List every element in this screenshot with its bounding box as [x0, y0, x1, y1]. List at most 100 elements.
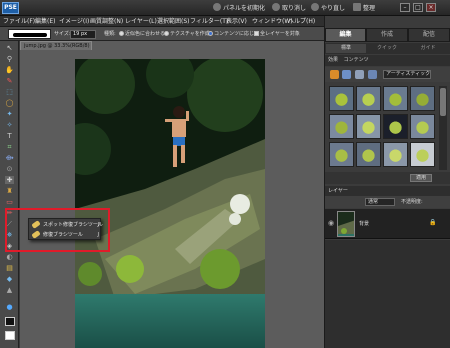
lasso-tool-icon[interactable]: ◯ — [5, 99, 14, 107]
crop-tool-icon[interactable]: ⌗ — [5, 143, 14, 151]
sponge-tool-icon[interactable]: ▲ — [5, 286, 14, 294]
effects-category-select[interactable]: アーティスティック — [383, 70, 431, 79]
effect-thumbnail[interactable] — [383, 142, 408, 167]
radio-create-texture[interactable]: テクスチャを作成 — [164, 30, 210, 38]
menu-filter[interactable]: フィルター(T) — [190, 17, 228, 26]
radio-icon — [164, 31, 169, 36]
subtab-guided[interactable]: ガイド — [408, 44, 448, 53]
blend-mode-select[interactable]: 通常 — [365, 198, 395, 206]
effects-scrollbar[interactable] — [439, 86, 447, 170]
effect-thumbnail[interactable] — [329, 86, 354, 111]
effects-panel-header: 効果 コンテンツ — [325, 55, 450, 66]
effects-thumbnail-grid — [329, 86, 437, 170]
size-input[interactable]: 19 px — [70, 30, 96, 39]
tab-edit[interactable]: 編集 — [325, 28, 366, 42]
menu-select[interactable]: 選択範囲(S) — [157, 17, 190, 26]
marquee-tool-icon[interactable]: ⬚ — [5, 88, 14, 96]
minimize-button[interactable]: – — [400, 3, 410, 12]
layer-thumbnail — [337, 211, 355, 237]
tab-effects[interactable]: 効果 — [328, 57, 338, 63]
menu-bar: ファイル(F) 編集(E) イメージ(I) 画質調整(N) レイヤー(L) 選択… — [0, 16, 324, 27]
spot-healing-tool-icon[interactable]: ✚ — [5, 176, 14, 184]
subtab-quick[interactable]: クイック — [367, 44, 407, 53]
toolbox: ↖ ⚲ ✋ ✎ ⬚ ◯ ✦ ✧ T ⌗ ⟴ ⊙ ✚ ♜ ▭ ✏ ⟋ ✵ ◈ ◐ … — [0, 41, 19, 348]
foreground-color-swatch[interactable] — [5, 317, 15, 326]
effect-thumbnail[interactable] — [383, 86, 408, 111]
blur-tool-icon[interactable]: ◐ — [5, 253, 14, 261]
eraser-tool-icon[interactable]: ▭ — [5, 198, 14, 206]
sample-all-layers-checkbox[interactable]: 全レイヤーを対象 — [254, 30, 300, 38]
reset-panels-button[interactable]: パネルを初期化 — [213, 3, 265, 13]
menu-file[interactable]: ファイル(F) — [3, 17, 35, 26]
lock-icon: 🔒 — [429, 219, 437, 226]
magic-wand-tool-icon[interactable]: ✦ — [5, 110, 14, 118]
app-logo: PSE — [2, 2, 19, 14]
recompose-tool-icon[interactable]: ⟴ — [5, 154, 14, 162]
layers-panel-header: レイヤー — [325, 186, 450, 196]
tab-content[interactable]: コンテンツ — [344, 57, 369, 63]
type-label: 種類: — [104, 31, 116, 37]
brush-stroke-icon — [13, 33, 47, 37]
redo-icon — [311, 3, 319, 11]
radio-selected-icon — [208, 31, 213, 36]
show-all-icon[interactable] — [368, 70, 377, 79]
close-button[interactable]: × — [426, 3, 436, 12]
document-tab[interactable]: jump.jpg @ 33.3%(RGB/8) — [20, 41, 92, 50]
eyedropper-tool-icon[interactable]: ✎ — [5, 77, 14, 85]
effect-thumbnail[interactable] — [329, 142, 354, 167]
move-tool-icon[interactable]: ↖ — [5, 44, 14, 52]
effect-thumbnail[interactable] — [329, 114, 354, 139]
red-eye-tool-icon[interactable]: ⊙ — [5, 165, 14, 173]
zoom-tool-icon[interactable]: ⚲ — [5, 55, 14, 63]
hand-tool-icon[interactable]: ✋ — [5, 66, 14, 74]
redo-button[interactable]: やり直し — [311, 3, 345, 13]
eye-icon[interactable]: ◉ — [328, 219, 334, 227]
gradient-tool-icon[interactable]: ▤ — [5, 264, 14, 272]
background-color-swatch[interactable] — [5, 331, 15, 340]
size-label: サイズ: — [54, 31, 71, 37]
title-bar: PSE パネルを初期化 取り消し やり直し 整理 – □ × — [0, 0, 450, 16]
maximize-button[interactable]: □ — [413, 3, 423, 12]
organizer-button[interactable]: 整理 — [353, 3, 375, 13]
menu-window[interactable]: ウィンドウ(W) — [252, 17, 293, 26]
layers-toolbar: 通常 不透明度: — [325, 196, 450, 208]
brush-preview[interactable] — [8, 29, 51, 39]
type-tool-icon[interactable]: T — [5, 132, 14, 140]
layer-styles-icon[interactable] — [342, 70, 351, 79]
reset-panels-icon — [213, 3, 221, 11]
water-drop-tool-icon[interactable]: ● — [5, 303, 14, 311]
organizer-icon — [353, 3, 361, 11]
filters-icon[interactable] — [330, 70, 339, 79]
photo-jump — [75, 59, 265, 348]
apply-button[interactable]: 適用 — [410, 174, 432, 182]
tab-create[interactable]: 作成 — [366, 28, 408, 42]
undo-button[interactable]: 取り消し — [272, 3, 306, 13]
menu-image[interactable]: イメージ(I) — [59, 17, 89, 26]
effect-thumbnail[interactable] — [356, 86, 381, 111]
radio-icon — [119, 31, 124, 36]
radio-content-aware[interactable]: コンテンツに応じる — [208, 30, 259, 38]
layers-list-empty — [325, 240, 450, 348]
photo-effects-icon[interactable] — [355, 70, 364, 79]
effect-thumbnail[interactable] — [383, 114, 408, 139]
menu-layer[interactable]: レイヤー(L) — [125, 17, 157, 26]
effect-thumbnail[interactable] — [410, 142, 435, 167]
effect-thumbnail[interactable] — [356, 114, 381, 139]
custom-shape-tool-icon[interactable]: ◆ — [5, 275, 14, 283]
undo-icon — [272, 3, 280, 11]
effect-thumbnail[interactable] — [410, 114, 435, 139]
subtab-full[interactable]: 標準 — [326, 44, 366, 53]
menu-enhance[interactable]: 画質調整(N) — [90, 17, 123, 26]
checkbox-icon — [254, 31, 259, 36]
tab-share[interactable]: 配信 — [408, 28, 450, 42]
selection-brush-tool-icon[interactable]: ✧ — [5, 121, 14, 129]
menu-view[interactable]: 表示(V) — [226, 17, 247, 26]
highlight-box — [5, 208, 110, 252]
effect-thumbnail[interactable] — [356, 142, 381, 167]
radio-proximity-match[interactable]: 近似色に合わせる — [119, 30, 165, 38]
menu-help[interactable]: ヘルプ(H) — [288, 17, 315, 26]
menu-edit[interactable]: 編集(E) — [35, 17, 55, 26]
effect-thumbnail[interactable] — [410, 86, 435, 111]
scrollbar-thumb[interactable] — [440, 88, 446, 116]
clone-stamp-tool-icon[interactable]: ♜ — [5, 187, 14, 195]
